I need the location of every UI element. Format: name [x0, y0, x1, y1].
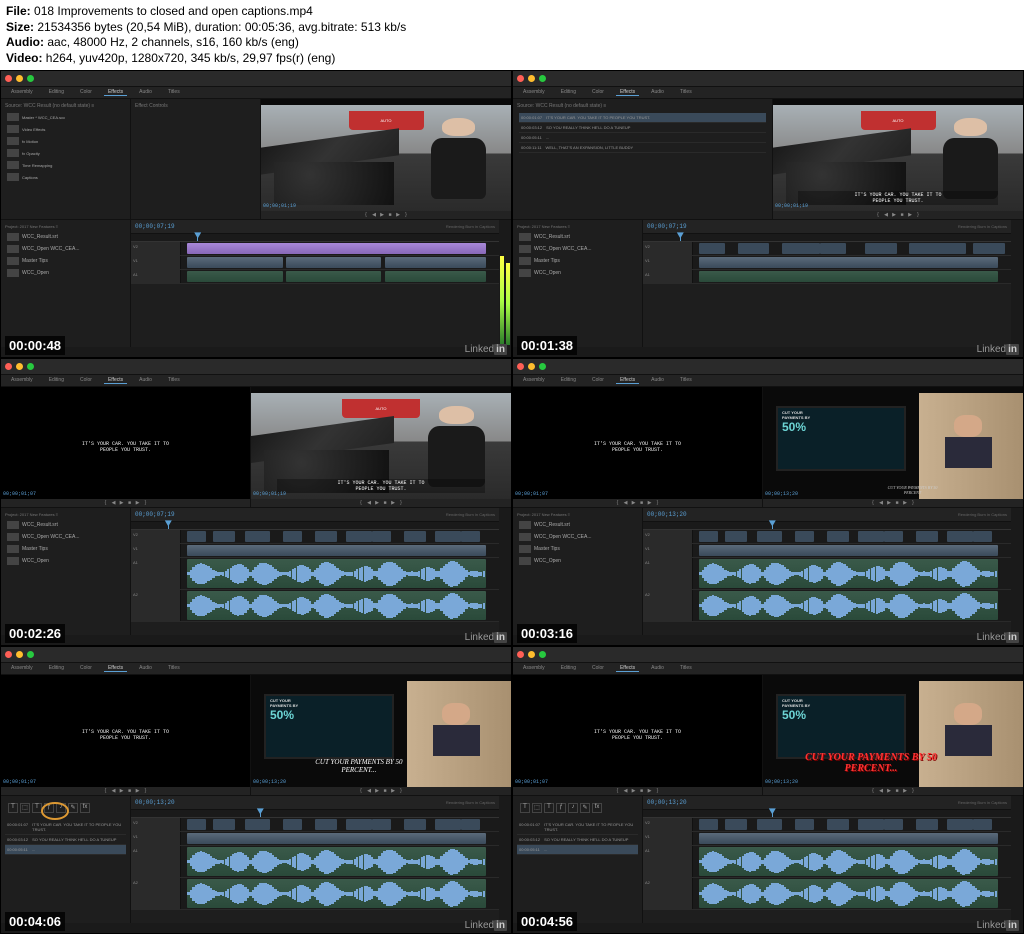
- frame-timestamp: 00:01:38: [517, 336, 577, 355]
- title-bar: [1, 359, 511, 375]
- linkedin-watermark: Linkedin: [465, 632, 507, 643]
- linkedin-watermark: Linkedin: [465, 344, 507, 355]
- video-frame-3: AssemblyEditingColorEffectsAudioTitles I…: [512, 358, 1024, 646]
- title-bar: [513, 359, 1023, 375]
- frame-timestamp: 00:02:26: [5, 624, 65, 643]
- file-info-header: File: 018 Improvements to closed and ope…: [0, 0, 1024, 70]
- title-bar: [513, 71, 1023, 87]
- workspace-tabs[interactable]: AssemblyEditingColorEffectsAudioTitles: [1, 663, 511, 675]
- frame-timestamp: 00:04:56: [517, 912, 577, 931]
- frame-timestamp: 00:04:06: [5, 912, 65, 931]
- workspace-tabs[interactable]: AssemblyEditingColorEffectsAudioTitles: [1, 375, 511, 387]
- title-bar: [1, 647, 511, 663]
- video-frame-1: AssemblyEditingColorEffectsAudioTitles S…: [512, 70, 1024, 358]
- workspace-tabs[interactable]: AssemblyEditingColorEffectsAudioTitles: [513, 375, 1023, 387]
- workspace-tabs[interactable]: AssemblyEditingColorEffectsAudioTitles: [513, 663, 1023, 675]
- title-bar: [1, 71, 511, 87]
- linkedin-watermark: Linkedin: [977, 920, 1019, 931]
- video-frame-2: AssemblyEditingColorEffectsAudioTitles I…: [0, 358, 512, 646]
- workspace-tabs[interactable]: AssemblyEditingColorEffectsAudioTitles: [1, 87, 511, 99]
- linkedin-watermark: Linkedin: [977, 344, 1019, 355]
- frame-timestamp: 00:00:48: [5, 336, 65, 355]
- video-frame-4: AssemblyEditingColorEffectsAudioTitles I…: [0, 646, 512, 934]
- workspace-tabs[interactable]: AssemblyEditingColorEffectsAudioTitles: [513, 87, 1023, 99]
- video-frame-0: AssemblyEditingColorEffectsAudioTitles S…: [0, 70, 512, 358]
- video-frame-5: AssemblyEditingColorEffectsAudioTitles I…: [512, 646, 1024, 934]
- frame-timestamp: 00:03:16: [517, 624, 577, 643]
- linkedin-watermark: Linkedin: [977, 632, 1019, 643]
- linkedin-watermark: Linkedin: [465, 920, 507, 931]
- title-bar: [513, 647, 1023, 663]
